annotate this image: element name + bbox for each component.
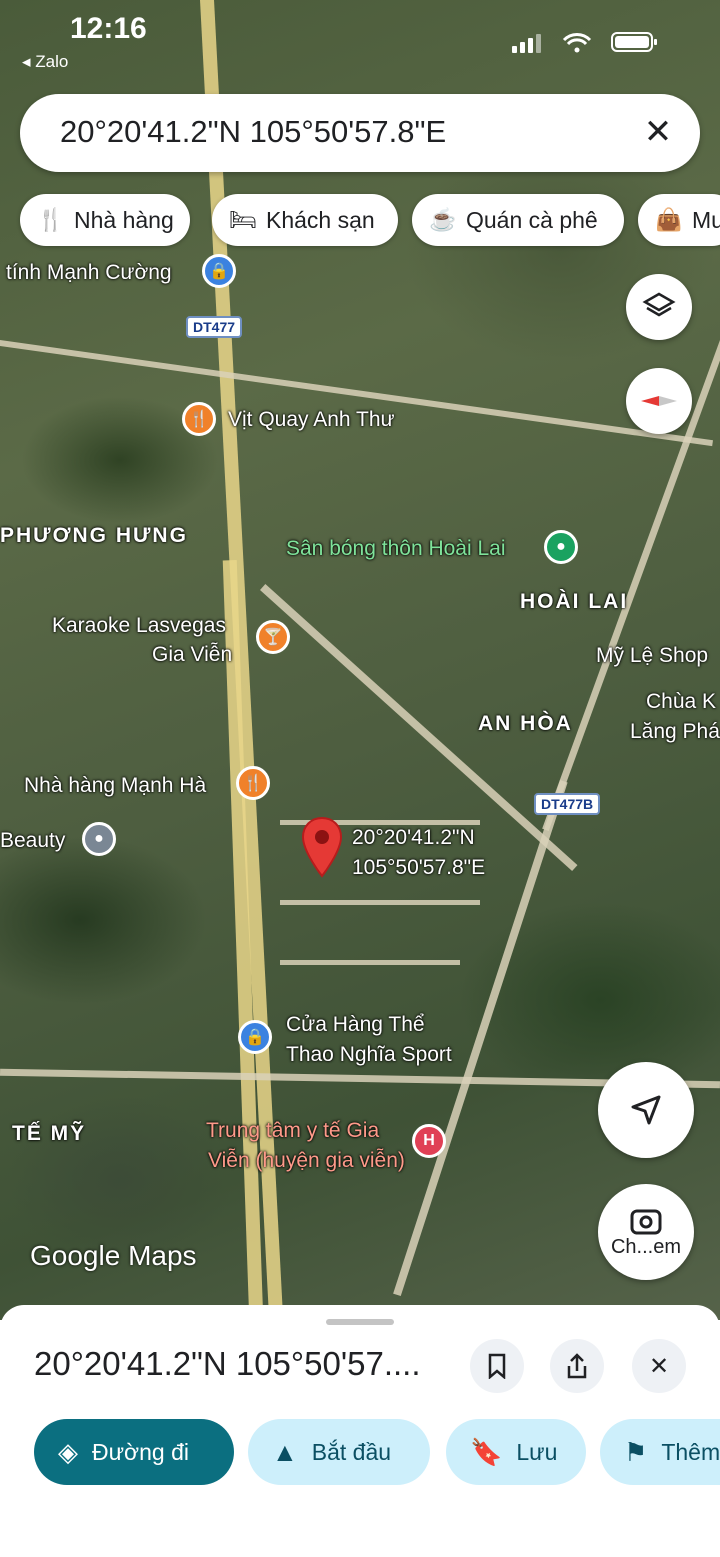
- restaurant-icon[interactable]: 🍴: [182, 402, 216, 436]
- hotel-icon: 🛏: [229, 207, 257, 232]
- place-label-chua-1[interactable]: Chùa K: [646, 690, 716, 714]
- place-label-cua-hang-1[interactable]: Cửa Hàng Thể: [286, 1013, 425, 1037]
- place-title: 20°20'41.2"N 105°50'57....: [34, 1345, 421, 1382]
- search-bar[interactable]: 20°20'41.2"N 105°50'57.8"E ✕: [20, 94, 700, 172]
- place-label-cua-hang-2[interactable]: Thao Nghĩa Sport: [286, 1043, 452, 1067]
- start-button[interactable]: ▲ Bắt đầu: [248, 1419, 430, 1485]
- location-pin-icon[interactable]: [300, 816, 344, 880]
- save-button[interactable]: 🔖 Lưu: [446, 1419, 586, 1485]
- status-bar: 12:16 ◂ Zalo: [0, 0, 720, 80]
- chip-hotels[interactable]: 🛏 Khách sạn: [212, 194, 398, 246]
- search-input[interactable]: 20°20'41.2"N 105°50'57.8"E: [60, 114, 446, 150]
- place-label-nha-hang[interactable]: Nhà hàng Mạnh Hà: [24, 774, 206, 798]
- action-label: Bắt đầu: [311, 1438, 392, 1465]
- place-label-manh-cuong[interactable]: tính Mạnh Cường: [6, 261, 172, 285]
- beauty-icon[interactable]: ●: [82, 822, 116, 856]
- chip-label: Nhà hàng: [74, 206, 174, 233]
- my-location-button[interactable]: [598, 1062, 694, 1158]
- action-label: Thêm: [661, 1438, 720, 1465]
- road-shield-dt477b: DT477B: [534, 793, 601, 815]
- place-label-karaoke-2[interactable]: Gia Viễn: [152, 643, 232, 667]
- restaurant-icon[interactable]: 🍴: [236, 766, 270, 800]
- action-label: Đường đi: [92, 1438, 189, 1465]
- place-label-trung-tam-1[interactable]: Trung tâm y tế Gia: [206, 1119, 379, 1143]
- directions-icon: ◈: [58, 1436, 78, 1467]
- flag-icon: ⚑: [624, 1436, 648, 1467]
- category-chips: 🍴 Nhà hàng 🛏 Khách sạn ☕ Quán cà phê 👜 M…: [20, 194, 720, 246]
- share-button[interactable]: [550, 1339, 604, 1393]
- navigation-icon: ▲: [272, 1436, 298, 1467]
- close-icon[interactable]: ✕: [638, 112, 678, 152]
- hospital-icon[interactable]: H: [412, 1124, 446, 1158]
- layers-icon: [642, 292, 676, 317]
- place-label-beauty[interactable]: Beauty: [0, 829, 65, 853]
- area-label-hoai-lai: HOÀI LAI: [520, 590, 629, 613]
- area-label-te-my: TẾ MỸ: [12, 1122, 87, 1145]
- place-bottom-sheet[interactable]: 20°20'41.2"N 105°50'57.... ✕ ◈ Đường đi …: [0, 1305, 720, 1557]
- place-label-my-le[interactable]: Mỹ Lệ Shop: [596, 644, 708, 668]
- area-label-an-hoa: AN HÒA: [478, 712, 573, 735]
- shopping-icon[interactable]: 🔒: [238, 1020, 272, 1054]
- bar-icon[interactable]: 🍸: [256, 620, 290, 654]
- close-icon: ✕: [648, 1352, 670, 1380]
- close-sheet-button[interactable]: ✕: [632, 1339, 686, 1393]
- place-label-san-bong[interactable]: Sân bóng thôn Hoài Lai: [286, 537, 506, 561]
- road-block-3: [280, 960, 460, 965]
- place-label-karaoke-1[interactable]: Karaoke Lasvegas: [52, 614, 226, 638]
- camera-button-label: Ch...em: [610, 1235, 682, 1258]
- save-bookmark-button[interactable]: [470, 1339, 524, 1393]
- park-icon[interactable]: ●: [544, 530, 578, 564]
- chip-shopping[interactable]: 👜 Mu: [638, 194, 720, 246]
- place-label-vit-quay[interactable]: Vịt Quay Anh Thư: [228, 408, 395, 432]
- chip-label: Khách sạn: [266, 206, 375, 233]
- compass-icon: [641, 396, 677, 406]
- camera-search-button[interactable]: Ch...em: [598, 1184, 694, 1280]
- action-label: Lưu: [516, 1438, 558, 1465]
- place-label-trung-tam-2[interactable]: Viễn (huyện gia viễn): [208, 1149, 405, 1173]
- battery-icon: [611, 32, 657, 52]
- share-icon: [567, 1353, 587, 1379]
- drag-handle[interactable]: [326, 1319, 394, 1325]
- place-label-chua-2[interactable]: Lăng Phá: [630, 720, 720, 744]
- status-icons: [512, 32, 657, 53]
- more-button[interactable]: ⚑ Thêm: [600, 1419, 720, 1485]
- navigation-arrow-icon: [631, 1095, 661, 1125]
- layers-button[interactable]: [626, 274, 692, 340]
- google-maps-watermark: Google Maps: [30, 1240, 197, 1271]
- wifi-icon: [562, 33, 592, 46]
- restaurant-icon: 🍴: [37, 207, 65, 232]
- coffee-icon: ☕: [429, 207, 457, 232]
- pin-label-lng: 105°50'57.8"E: [352, 856, 486, 879]
- bookmark-icon: 🔖: [470, 1436, 503, 1467]
- road-shield-dt477: DT477: [186, 316, 243, 338]
- area-label-phuong-hung: PHƯƠNG HƯNG: [0, 524, 188, 547]
- compass-button[interactable]: [626, 368, 692, 434]
- chip-label: Mu: [692, 206, 720, 233]
- chip-coffee[interactable]: ☕ Quán cà phê: [412, 194, 624, 246]
- back-to-app-link[interactable]: ◂ Zalo: [22, 52, 68, 72]
- directions-button[interactable]: ◈ Đường đi: [34, 1419, 234, 1485]
- pin-label-lat: 20°20'41.2"N: [352, 826, 475, 849]
- shopping-icon[interactable]: 🔒: [202, 254, 236, 288]
- chip-restaurants[interactable]: 🍴 Nhà hàng: [20, 194, 190, 246]
- bookmark-icon: [488, 1353, 506, 1379]
- signal-icon: [512, 34, 541, 53]
- camera-lens-icon: [630, 1209, 662, 1234]
- road-block-2: [280, 900, 480, 905]
- chip-label: Quán cà phê: [466, 206, 598, 233]
- status-time: 12:16: [70, 12, 147, 45]
- shopping-bag-icon: 👜: [655, 207, 683, 232]
